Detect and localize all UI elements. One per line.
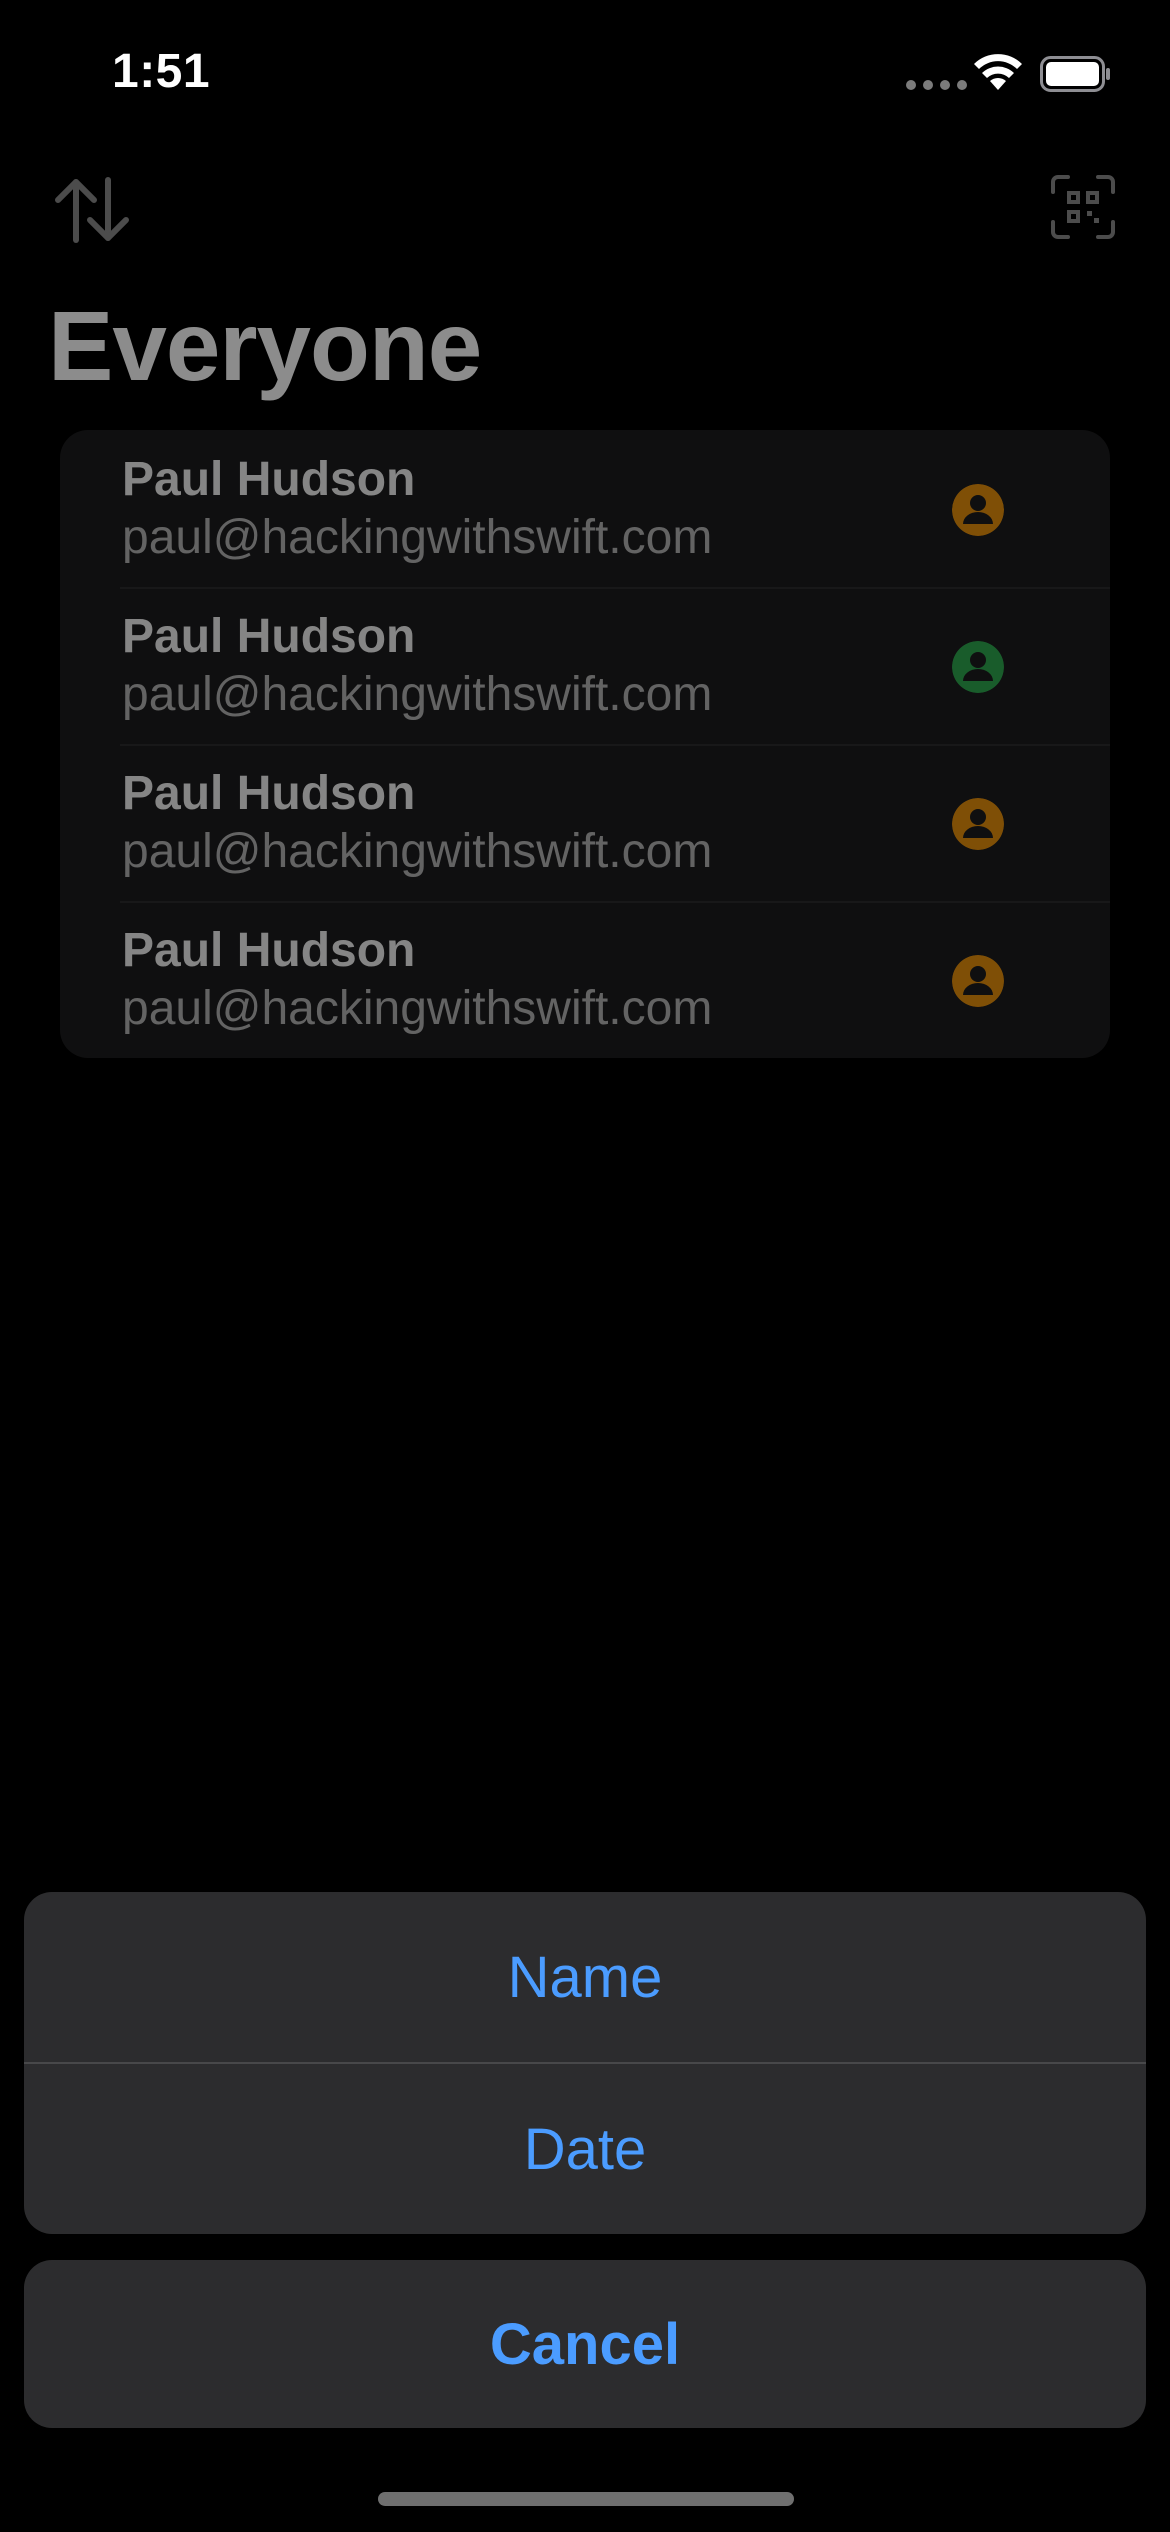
contact-row[interactable]: Paul Hudson paul@hackingwithswift.com bbox=[60, 901, 1110, 1058]
contact-row[interactable]: Paul Hudson paul@hackingwithswift.com bbox=[60, 744, 1110, 901]
cellular-signal-icon bbox=[906, 80, 967, 90]
contact-row[interactable]: Paul Hudson paul@hackingwithswift.com bbox=[60, 430, 1110, 587]
dimmed-background-screen: Everyone Paul Hudson paul@hackingwithswi… bbox=[0, 150, 1170, 1058]
contact-email: paul@hackingwithswift.com bbox=[122, 982, 713, 1035]
status-bar: 1:51 bbox=[0, 0, 1170, 150]
contact-name: Paul Hudson bbox=[122, 767, 416, 820]
contact-name: Paul Hudson bbox=[122, 924, 416, 977]
qr-code-scanner-icon[interactable] bbox=[1050, 174, 1116, 240]
contact-email: paul@hackingwithswift.com bbox=[122, 511, 713, 564]
person-circle-icon bbox=[952, 641, 1004, 693]
status-time: 1:51 bbox=[112, 45, 211, 98]
contact-name: Paul Hudson bbox=[122, 453, 416, 506]
contact-email: paul@hackingwithswift.com bbox=[122, 825, 713, 878]
contact-name: Paul Hudson bbox=[122, 610, 416, 663]
person-circle-icon bbox=[952, 484, 1004, 536]
sort-action-sheet: Name Date bbox=[24, 1892, 1146, 2234]
wifi-icon bbox=[974, 54, 1022, 90]
page-title: Everyone bbox=[48, 291, 482, 401]
cancel-button[interactable]: Cancel bbox=[24, 2260, 1146, 2428]
contact-email: paul@hackingwithswift.com bbox=[122, 668, 713, 721]
person-circle-icon bbox=[952, 955, 1004, 1007]
sort-by-name-button[interactable]: Name bbox=[24, 1892, 1146, 2062]
person-circle-icon bbox=[952, 798, 1004, 850]
contact-row[interactable]: Paul Hudson paul@hackingwithswift.com bbox=[60, 587, 1110, 744]
battery-icon bbox=[1040, 56, 1110, 92]
sort-by-date-button[interactable]: Date bbox=[24, 2064, 1146, 2234]
sort-icon[interactable] bbox=[50, 174, 134, 246]
home-indicator[interactable] bbox=[378, 2492, 794, 2506]
contact-list: Paul Hudson paul@hackingwithswift.com Pa… bbox=[60, 430, 1110, 1058]
